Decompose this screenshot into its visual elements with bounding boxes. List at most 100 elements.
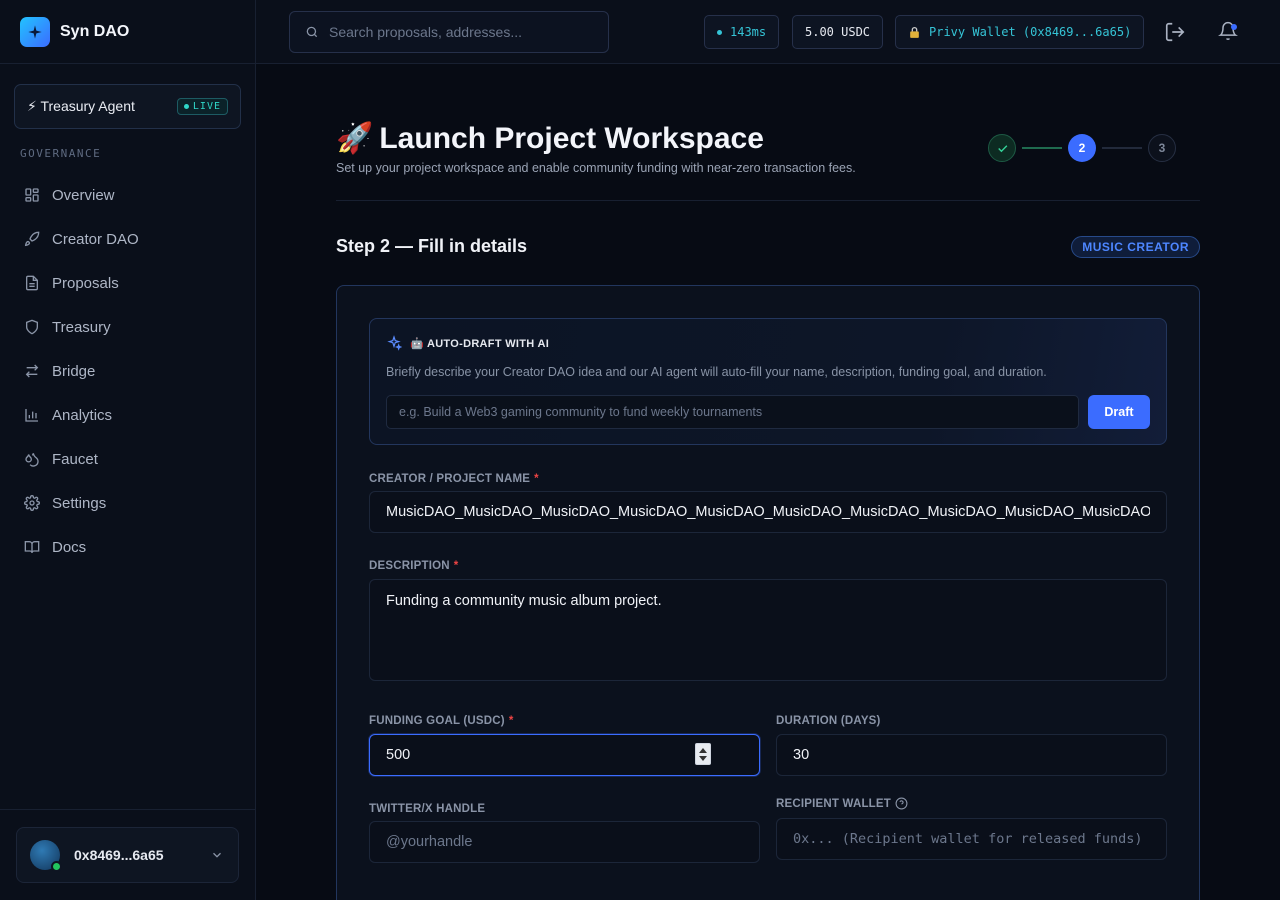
live-status-badge: LIVE bbox=[176, 98, 228, 115]
stepper-down-icon[interactable] bbox=[699, 755, 707, 761]
balance-indicator: 5.00 USDC bbox=[792, 15, 884, 49]
sparkles-icon bbox=[387, 335, 402, 351]
description-textarea[interactable]: Funding a community music album project. bbox=[369, 579, 1167, 681]
chevron-down-icon bbox=[213, 852, 221, 858]
draft-button[interactable]: Draft bbox=[1088, 395, 1150, 429]
lock-icon bbox=[910, 26, 919, 38]
sidebar-item-label: Docs bbox=[52, 538, 87, 556]
online-status-dot-icon bbox=[51, 861, 62, 872]
sidebar-item-proposals[interactable]: Proposals bbox=[14, 261, 242, 305]
search-icon bbox=[306, 26, 318, 38]
step-connector bbox=[1102, 147, 1142, 149]
latency-value: 143ms bbox=[730, 25, 767, 39]
help-circle-icon[interactable] bbox=[895, 797, 908, 810]
sidebar-item-label: Overview bbox=[52, 186, 115, 204]
rocket-icon bbox=[24, 231, 40, 247]
required-mark: * bbox=[534, 473, 539, 485]
droplet-icon bbox=[25, 453, 39, 467]
duration-input[interactable] bbox=[776, 734, 1167, 776]
wallet-label: Privy Wallet (0x8469...6a65) bbox=[929, 25, 1132, 39]
brand-name: Syn DAO bbox=[60, 22, 130, 40]
sidebar-item-analytics[interactable]: Analytics bbox=[14, 393, 242, 437]
latency-dot-icon bbox=[717, 29, 722, 35]
step-2-active[interactable]: 2 bbox=[1068, 134, 1096, 162]
twitter-field-label: TWITTER/X HANDLE bbox=[369, 803, 485, 815]
notification-dot-icon bbox=[1231, 24, 1237, 30]
sidebar-item-label: Creator DAO bbox=[52, 230, 139, 248]
gear-icon bbox=[24, 495, 40, 511]
notifications-button[interactable] bbox=[1218, 21, 1240, 43]
sidebar-divider bbox=[0, 809, 256, 810]
nav-section-label: GOVERNANCE bbox=[20, 147, 102, 160]
recipient-wallet-input[interactable] bbox=[776, 818, 1167, 860]
sidebar-item-overview[interactable]: Overview bbox=[14, 173, 242, 217]
number-stepper[interactable] bbox=[695, 743, 711, 765]
bar-chart-icon bbox=[25, 409, 38, 422]
progress-stepper: 2 3 bbox=[988, 134, 1176, 162]
step-connector bbox=[1022, 147, 1062, 149]
ai-draft-title-text: 🤖 AUTO-DRAFT WITH AI bbox=[410, 337, 550, 350]
live-status-text: LIVE bbox=[192, 101, 221, 112]
funding-goal-field-label: FUNDING GOAL (USDC) * bbox=[369, 715, 514, 727]
step-1-completed[interactable] bbox=[988, 134, 1016, 162]
user-address: 0x8469...6a65 bbox=[74, 847, 164, 863]
arrows-swap-icon bbox=[25, 364, 39, 378]
category-badge: MUSIC CREATOR bbox=[1071, 236, 1200, 258]
search-input[interactable] bbox=[329, 24, 589, 40]
sidebar-item-creator-dao[interactable]: Creator DAO bbox=[14, 217, 242, 261]
sidebar-item-treasury[interactable]: Treasury bbox=[14, 305, 242, 349]
project-name-input[interactable] bbox=[369, 491, 1167, 533]
ai-draft-description: Briefly describe your Creator DAO idea a… bbox=[386, 365, 1047, 379]
check-icon bbox=[997, 144, 1007, 152]
ai-draft-panel: 🤖 AUTO-DRAFT WITH AI Briefly describe yo… bbox=[369, 318, 1167, 445]
description-label-text: DESCRIPTION bbox=[369, 560, 450, 572]
page-title-text: Launch Project Workspace bbox=[379, 121, 764, 155]
brand[interactable]: Syn DAO bbox=[0, 0, 255, 64]
sidebar-item-bridge[interactable]: Bridge bbox=[14, 349, 242, 393]
required-mark: * bbox=[508, 715, 514, 727]
page-subtitle: Set up your project workspace and enable… bbox=[336, 161, 856, 175]
duration-field-label: DURATION (DAYS) bbox=[776, 715, 881, 727]
agent-label: ⚡ Treasury Agent bbox=[27, 98, 135, 114]
ai-draft-input[interactable] bbox=[386, 395, 1079, 429]
name-field-label: CREATOR / PROJECT NAME * bbox=[369, 473, 539, 485]
funding-goal-label-text: FUNDING GOAL (USDC) bbox=[369, 715, 505, 727]
treasury-agent-card[interactable]: ⚡ Treasury Agent LIVE bbox=[14, 84, 241, 129]
top-bar: 143ms 5.00 USDC Privy Wallet (0x8469...6… bbox=[256, 0, 1280, 64]
wallet-button[interactable]: Privy Wallet (0x8469...6a65) bbox=[895, 15, 1145, 49]
avatar bbox=[30, 840, 62, 872]
sidebar-item-label: Proposals bbox=[52, 274, 119, 292]
recipient-wallet-field-label: RECIPIENT WALLET bbox=[776, 797, 908, 810]
stepper-up-icon[interactable] bbox=[699, 747, 707, 753]
sidebar-item-settings[interactable]: Settings bbox=[14, 481, 242, 525]
recipient-wallet-label-text: RECIPIENT WALLET bbox=[776, 797, 892, 810]
project-details-form: 🤖 AUTO-DRAFT WITH AI Briefly describe yo… bbox=[336, 285, 1200, 900]
book-icon bbox=[24, 541, 40, 554]
description-field-label: DESCRIPTION * bbox=[369, 560, 458, 572]
sparkle-logo-icon bbox=[20, 16, 50, 47]
sidebar: Syn DAO ⚡ Treasury Agent LIVE GOVERNANCE… bbox=[0, 0, 256, 900]
twitter-handle-input[interactable] bbox=[369, 821, 760, 863]
sidebar-item-docs[interactable]: Docs bbox=[14, 525, 242, 569]
required-mark: * bbox=[453, 560, 459, 572]
sidebar-item-label: Treasury bbox=[52, 318, 111, 336]
logout-icon[interactable] bbox=[1164, 21, 1186, 43]
header-divider bbox=[336, 200, 1200, 201]
sidebar-item-label: Analytics bbox=[52, 406, 113, 424]
sidebar-item-faucet[interactable]: Faucet bbox=[14, 437, 242, 481]
step-3-pending[interactable]: 3 bbox=[1148, 134, 1176, 162]
twitter-label-text: TWITTER/X HANDLE bbox=[369, 803, 486, 815]
live-dot-icon bbox=[183, 104, 189, 109]
page-title: 🚀 Launch Project Workspace bbox=[336, 121, 764, 156]
document-icon bbox=[26, 275, 38, 291]
latency-indicator: 143ms bbox=[704, 15, 780, 49]
grid-icon bbox=[25, 188, 39, 202]
sidebar-nav: Overview Creator DAO Proposals Treasury … bbox=[14, 173, 242, 569]
name-label-text: CREATOR / PROJECT NAME bbox=[369, 473, 531, 485]
user-account-menu[interactable]: 0x8469...6a65 bbox=[16, 827, 239, 883]
sidebar-item-label: Bridge bbox=[52, 362, 96, 380]
sidebar-item-label: Settings bbox=[52, 494, 107, 512]
rocket-emoji-icon: 🚀 bbox=[336, 122, 374, 155]
search-box[interactable] bbox=[289, 11, 609, 53]
ai-draft-title: 🤖 AUTO-DRAFT WITH AI bbox=[386, 335, 549, 351]
